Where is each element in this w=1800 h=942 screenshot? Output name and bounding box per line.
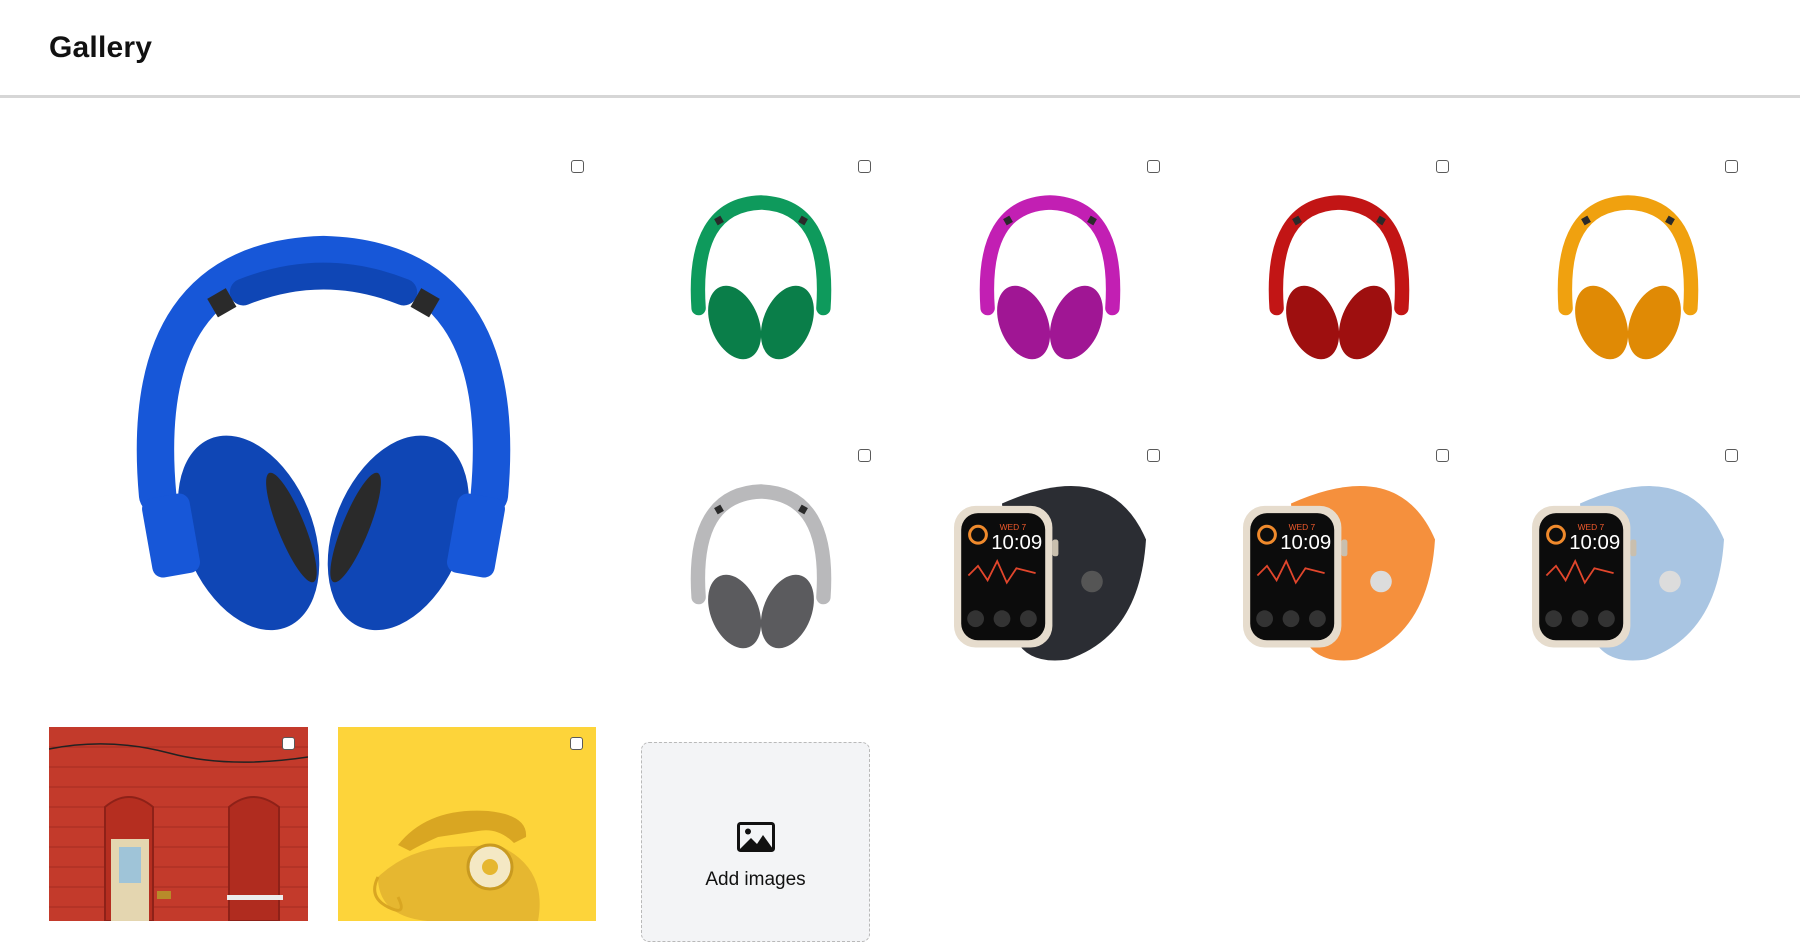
gallery-item-orange-headphones[interactable] [1508, 153, 1748, 420]
select-checkbox[interactable] [1436, 160, 1449, 173]
page-title: Gallery [49, 31, 153, 64]
brick-wall-image [49, 727, 308, 921]
add-images-label: Add images [705, 869, 806, 890]
headphones-image [979, 195, 1121, 360]
gallery-item-yellow-telephone[interactable] [338, 727, 596, 921]
gallery-item-red-brick-wall[interactable] [49, 727, 308, 921]
select-checkbox[interactable] [858, 449, 871, 462]
headphones-image [136, 235, 511, 631]
headphones-image [1557, 195, 1699, 360]
watch-time: 10:09 [1280, 532, 1331, 554]
watch-day: WED 7 [1289, 522, 1316, 532]
select-checkbox[interactable] [1725, 160, 1738, 173]
gallery-item-lightblue-watch[interactable]: WED 7 10:09 [1508, 442, 1748, 709]
watch-day: WED 7 [1578, 522, 1605, 532]
watch-image: WED 7 10:09 [1532, 486, 1724, 661]
select-checkbox[interactable] [1147, 449, 1160, 462]
select-checkbox[interactable] [570, 737, 583, 750]
watch-day: WED 7 [1000, 522, 1027, 532]
headphones-image [1268, 195, 1410, 360]
select-checkbox[interactable] [282, 737, 295, 750]
image-icon [737, 822, 775, 852]
gallery-item-red-headphones[interactable] [1219, 153, 1459, 420]
gallery-item-silver-headphones[interactable] [641, 442, 881, 709]
select-checkbox[interactable] [1725, 449, 1738, 462]
select-checkbox[interactable] [858, 160, 871, 173]
headphones-image [690, 484, 832, 649]
select-checkbox[interactable] [1436, 449, 1449, 462]
select-checkbox[interactable] [571, 160, 584, 173]
headphones-image [690, 195, 832, 360]
gallery-item-featured-blue-headphones[interactable] [49, 153, 598, 688]
watch-time: 10:09 [991, 532, 1042, 554]
watch-image: WED 7 10:09 [1243, 486, 1435, 661]
gallery-item-green-headphones[interactable] [641, 153, 881, 420]
select-checkbox[interactable] [1147, 160, 1160, 173]
gallery-item-black-watch[interactable]: WED 7 10:09 [930, 442, 1170, 709]
app-header: Gallery [0, 0, 1800, 98]
gallery-item-orange-watch[interactable]: WED 7 10:09 [1219, 442, 1459, 709]
add-images-button[interactable]: Add images [641, 742, 870, 942]
watch-time: 10:09 [1569, 532, 1620, 554]
watch-image: WED 7 10:09 [954, 486, 1146, 661]
gallery-item-magenta-headphones[interactable] [930, 153, 1170, 420]
telephone-image [338, 727, 596, 921]
